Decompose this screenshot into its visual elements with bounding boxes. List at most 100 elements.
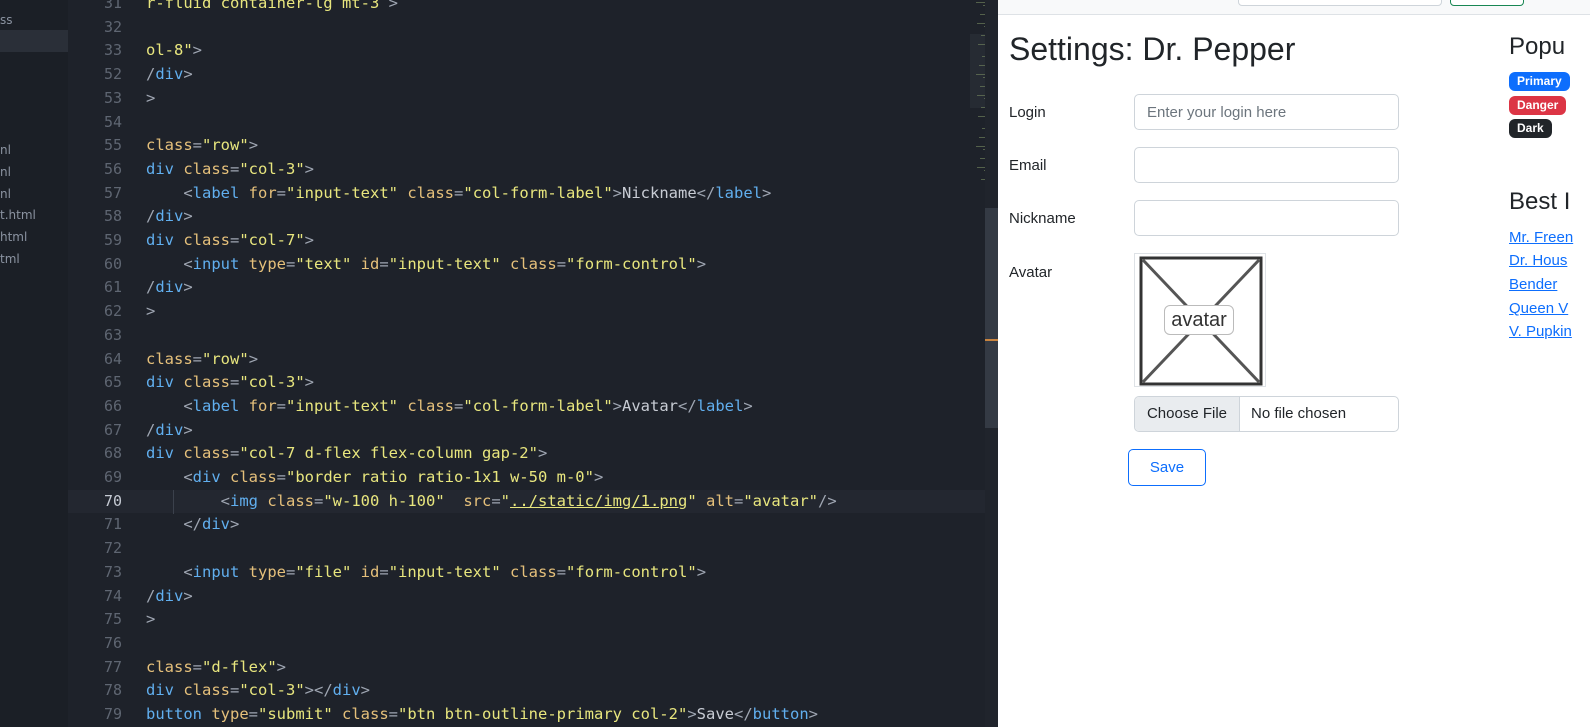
line-number: 32: [103, 17, 122, 36]
code-token: "col-form-label": [463, 396, 613, 415]
line-number: 70: [103, 491, 122, 510]
code-token: class: [183, 681, 230, 700]
code-line[interactable]: 72: [68, 537, 998, 561]
line-code: <input type="text" id="input-text" class…: [146, 253, 706, 277]
choose-file-button[interactable]: Choose File: [1135, 397, 1240, 431]
tree-item[interactable]: nl: [0, 161, 11, 183]
code-line[interactable]: 54: [68, 111, 998, 135]
code-token: /: [146, 586, 156, 605]
code-token: "btn btn-outline-primary col-2": [398, 705, 688, 723]
code-token: "input-text": [388, 562, 511, 581]
tree-item-selected[interactable]: [0, 30, 68, 52]
code-line[interactable]: 68 div class="col-7 d-flex flex-column ga…: [68, 442, 998, 466]
code-token: id: [360, 254, 380, 273]
line-code: /div>: [146, 585, 193, 609]
sidebar-link[interactable]: Bender: [1509, 276, 1557, 293]
line-code: div class="col-7 d-flex flex-column gap-…: [146, 442, 547, 466]
code-token: =: [734, 491, 744, 510]
code-line[interactable]: 65 div class="col-3">: [68, 371, 998, 395]
code-line[interactable]: 55 class="row">: [68, 134, 998, 158]
code-line[interactable]: 62 >: [68, 300, 998, 324]
code-line[interactable]: 78 div class="col-3"></div>: [68, 679, 998, 703]
code-token: "input-text": [286, 396, 408, 415]
code-line[interactable]: 76: [68, 632, 998, 656]
code-token: </: [678, 396, 697, 415]
code-line[interactable]: 61/div>: [68, 276, 998, 300]
code-token: =: [314, 491, 324, 510]
code-token: >: [360, 681, 371, 700]
code-line[interactable]: 53 >: [68, 87, 998, 111]
sidebar-link[interactable]: V. Pupkin: [1509, 323, 1572, 340]
code-editor[interactable]: 31 r-fluid container-lg mt-3 >32 33 ol-8"> 5…: [68, 0, 998, 727]
code-token: >: [762, 183, 772, 202]
line-number: 33: [103, 41, 122, 60]
best-heading: Best I: [1509, 188, 1571, 215]
save-button[interactable]: Save: [1128, 449, 1206, 486]
code-line[interactable]: 70 <img class="w-100 h-100" src="../stat…: [68, 489, 998, 514]
tree-item[interactable]: html: [0, 226, 27, 248]
code-token: div: [146, 159, 184, 178]
tree-item[interactable]: t.html: [0, 204, 36, 226]
code-token: >: [183, 207, 193, 226]
login-input[interactable]: [1134, 94, 1399, 130]
code-token: =: [556, 562, 567, 581]
sidebar-link[interactable]: Dr. Hous: [1509, 252, 1567, 269]
code-line[interactable]: 31 r-fluid container-lg mt-3 >: [68, 0, 998, 16]
navbar-search-input[interactable]: [1238, 0, 1442, 6]
code-token: label: [696, 396, 744, 415]
tree-item[interactable]: nl: [0, 139, 11, 161]
code-token: class: [146, 349, 193, 368]
tree-item[interactable]: ss: [0, 9, 13, 31]
code-token: >: [183, 586, 193, 605]
nickname-input[interactable]: [1134, 200, 1399, 236]
code-line[interactable]: 60 <input type="text" id="input-text" cl…: [68, 253, 998, 277]
code-token: =: [230, 681, 240, 700]
sidebar-link[interactable]: Queen V: [1509, 300, 1568, 317]
code-line[interactable]: 79 button type="submit" class="btn btn-ou…: [68, 703, 998, 727]
code-line[interactable]: 71 </div>: [68, 513, 998, 537]
code-line[interactable]: 58/div>: [68, 205, 998, 229]
email-input[interactable]: [1134, 147, 1399, 183]
tree-item[interactable]: tml: [0, 248, 20, 270]
editor-scroll-thumb[interactable]: [985, 208, 998, 428]
code-token: </: [183, 515, 202, 534]
code-line[interactable]: 67/div>: [68, 419, 998, 443]
tree-item[interactable]: nl: [0, 183, 11, 205]
line-number: 60: [103, 254, 122, 273]
code-token: type: [248, 562, 286, 581]
code-line[interactable]: 77 class="d-flex">: [68, 656, 998, 680]
code-token: =: [230, 444, 240, 463]
line-number: 59: [103, 231, 122, 249]
line-code: r-fluid container-lg mt-3 >: [146, 0, 398, 16]
line-code: /div>: [146, 205, 193, 229]
file-input[interactable]: Choose File No file chosen: [1134, 396, 1399, 432]
code-line[interactable]: 52/div>: [68, 63, 998, 87]
code-line[interactable]: 75 >: [68, 608, 998, 632]
code-line[interactable]: 73 <input type="file" id="input-text" cl…: [68, 561, 998, 585]
code-token: >: [183, 278, 193, 297]
line-code: >: [146, 608, 155, 632]
line-number: 76: [103, 633, 122, 652]
code-line[interactable]: 32: [68, 16, 998, 40]
line-number: 56: [103, 159, 122, 178]
code-line[interactable]: 63: [68, 324, 998, 348]
code-line[interactable]: 74/div>: [68, 585, 998, 609]
sidebar-link[interactable]: Mr. Freen: [1509, 229, 1573, 246]
code-line[interactable]: 69 <div class="border ratio ratio-1x1 w-…: [68, 466, 998, 490]
code-line[interactable]: 66 <label for="input-text" class="col-fo…: [68, 395, 998, 419]
avatar-placeholder-text: avatar: [1164, 305, 1234, 335]
code-token: button: [752, 705, 809, 723]
code-token: div: [155, 278, 184, 297]
code-token: for: [248, 183, 277, 202]
code-token: =: [286, 562, 296, 581]
navbar-search-button[interactable]: [1450, 0, 1524, 6]
code-line[interactable]: 33 ol-8">: [68, 39, 998, 63]
code-token: >: [230, 515, 240, 534]
code-line[interactable]: 59 div class="col-7">: [68, 229, 998, 253]
code-line[interactable]: 56 div class="col-3">: [68, 158, 998, 182]
code-line[interactable]: 57 <label for="input-text" class="col-fo…: [68, 182, 998, 206]
code-token: id: [360, 562, 380, 581]
code-line[interactable]: 64 class="row">: [68, 348, 998, 372]
